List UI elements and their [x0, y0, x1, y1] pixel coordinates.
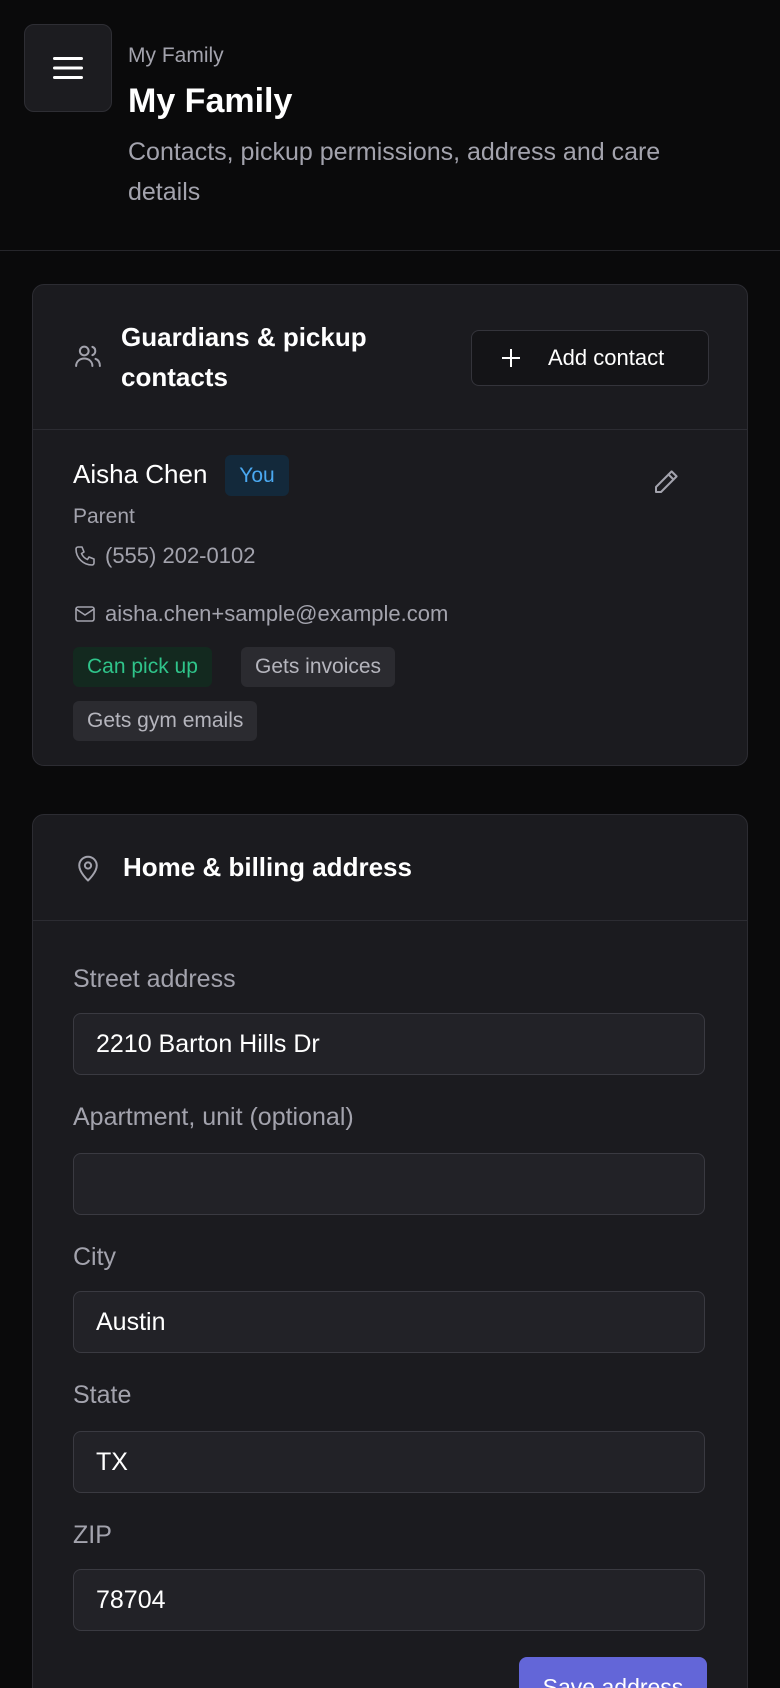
- contact-email-text: aisha.chen+sample@example.com: [105, 601, 449, 626]
- address-title: Home & billing address: [123, 852, 412, 882]
- menu-button[interactable]: [24, 24, 112, 112]
- map-pin-icon: [78, 855, 98, 882]
- city-input[interactable]: [73, 1291, 705, 1353]
- permission-tag: Gets invoices: [241, 647, 396, 687]
- guardians-card-header: Guardians & pickup contacts Add contact: [33, 285, 747, 430]
- permission-tag: Gets gym emails: [73, 701, 258, 741]
- permission-tag: Can pick up: [73, 647, 212, 687]
- you-badge: You: [225, 455, 289, 496]
- address-card: Home & billing address Street address Ap…: [32, 814, 748, 1688]
- plus-icon: [502, 349, 520, 367]
- zip-input[interactable]: [73, 1569, 705, 1631]
- street-input[interactable]: [73, 1013, 705, 1075]
- contact-name: Aisha Chen: [73, 459, 208, 489]
- pencil-edit-icon[interactable]: [651, 467, 681, 497]
- breadcrumb: My Family: [128, 44, 224, 67]
- page-header: My Family My Family Contacts, pickup per…: [0, 0, 780, 251]
- phone-icon: [75, 546, 95, 566]
- add-contact-button[interactable]: Add contact: [471, 330, 709, 386]
- contact-phone: (555) 202-0102: [73, 543, 255, 569]
- page-title: My Family: [128, 82, 293, 120]
- mail-icon: [75, 606, 95, 622]
- users-icon: [75, 345, 101, 367]
- street-label: Street address: [73, 965, 236, 993]
- guardians-card: Guardians & pickup contacts Add contact …: [32, 284, 748, 766]
- city-label: City: [73, 1243, 117, 1271]
- page-subtitle: Contacts, pickup permissions, address an…: [128, 138, 661, 206]
- unit-input[interactable]: [73, 1153, 705, 1215]
- unit-label: Apartment, unit (optional): [73, 1103, 354, 1131]
- contact-email: aisha.chen+sample@example.com: [73, 601, 448, 627]
- address-card-header: Home & billing address: [33, 815, 747, 921]
- hamburger-menu-icon: [53, 57, 83, 79]
- zip-label: ZIP: [73, 1521, 112, 1549]
- contact-phone-text: (555) 202-0102: [105, 543, 256, 568]
- save-address-button[interactable]: Save address: [519, 1657, 707, 1688]
- state-label: State: [73, 1381, 132, 1409]
- guardians-title: Guardians & pickup contacts: [121, 322, 367, 392]
- add-contact-label: Add contact: [548, 345, 665, 370]
- contact-role: Parent: [73, 505, 135, 528]
- state-input[interactable]: [73, 1431, 705, 1493]
